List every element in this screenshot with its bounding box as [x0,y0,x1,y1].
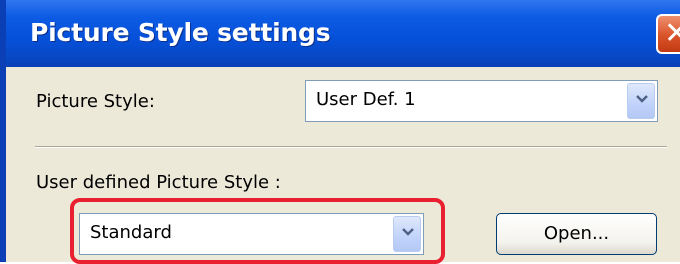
title-bar[interactable]: Picture Style settings ✕ [6,0,680,67]
open-button[interactable]: Open... [496,213,657,255]
close-icon: ✕ [664,16,680,51]
picture-style-settings-dialog: Picture Style settings ✕ Picture Style: … [0,0,680,264]
picture-style-label: Picture Style: [36,91,155,112]
picture-style-dropdown[interactable]: User Def. 1 [305,80,658,122]
highlight-annotation [70,198,445,264]
window-title: Picture Style settings [30,18,331,47]
chevron-down-icon [636,95,648,103]
user-defined-picture-style-label: User defined Picture Style : [36,172,281,193]
close-button[interactable]: ✕ [656,14,680,54]
separator [35,146,667,148]
picture-style-dropdown-arrow[interactable] [627,83,655,119]
picture-style-selected-value: User Def. 1 [316,89,416,110]
